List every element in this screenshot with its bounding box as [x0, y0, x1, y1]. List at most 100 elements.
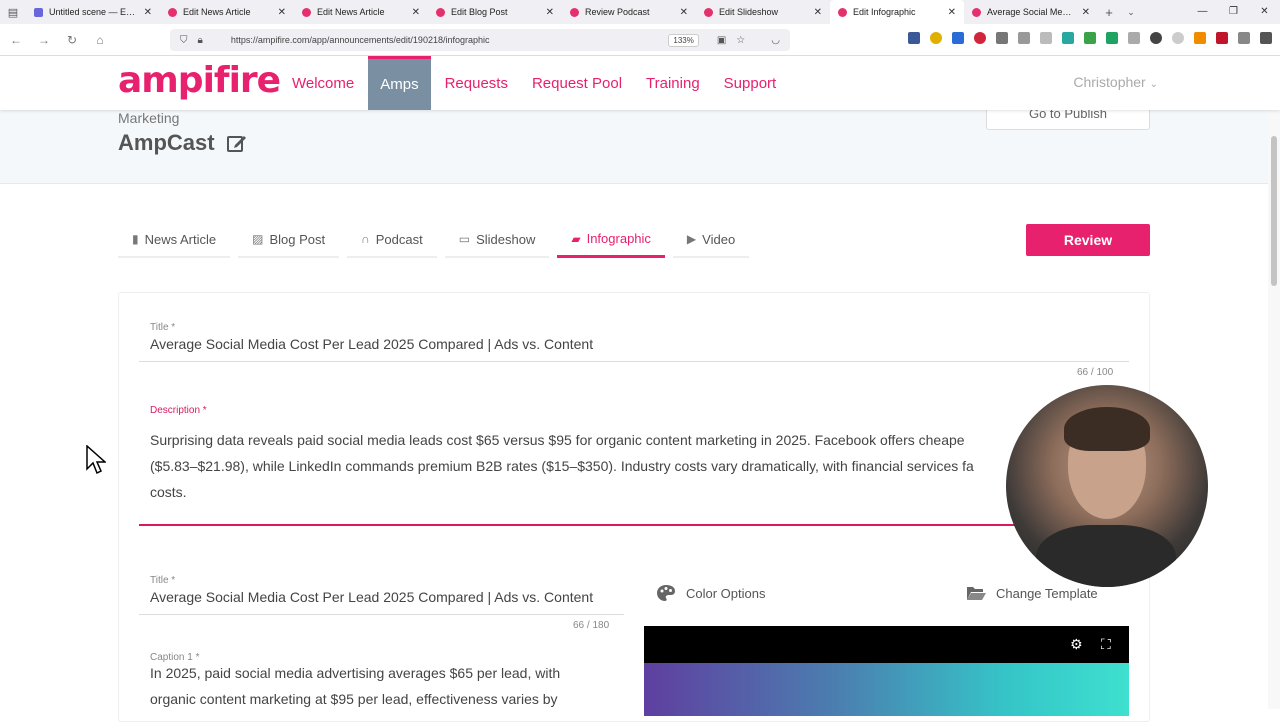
ampifire-favicon-icon — [972, 7, 981, 17]
extension-icon[interactable] — [1040, 32, 1052, 44]
extension-icon[interactable] — [1084, 32, 1096, 44]
user-menu[interactable]: Christopher ⌄ — [1073, 74, 1158, 90]
browser-tab[interactable]: Edit News Article ✕ — [160, 0, 294, 24]
amp-title-row: AmpCast — [118, 130, 247, 156]
title-input[interactable]: Average Social Media Cost Per Lead 2025 … — [150, 331, 1120, 357]
tab-podcast[interactable]: ∩ Podcast — [347, 222, 437, 258]
new-tab-icon[interactable]: + — [1098, 5, 1120, 20]
tab-blog-post[interactable]: ▨ Blog Post — [238, 222, 340, 258]
color-options-button[interactable]: Color Options — [656, 584, 765, 602]
restore-icon[interactable]: ❐ — [1218, 0, 1249, 24]
palette-icon — [657, 585, 675, 601]
color-options-label: Color Options — [686, 585, 766, 601]
tab-news-article[interactable]: ▮ News Article — [118, 222, 231, 258]
nav-training[interactable]: Training — [634, 56, 712, 110]
browser-tab[interactable]: Edit Blog Post ✕ — [428, 0, 562, 24]
tab-infographic[interactable]: ▰ Infographic — [557, 222, 665, 258]
extension-icon[interactable] — [996, 32, 1008, 44]
ampifire-favicon-icon — [436, 7, 445, 17]
extension-icon[interactable] — [1216, 32, 1228, 44]
review-button[interactable]: Review — [1026, 224, 1150, 256]
main-nav: Welcome Amps Requests Request Pool Train… — [280, 56, 788, 110]
extension-icon[interactable] — [1150, 32, 1162, 44]
shield-icon[interactable]: ⛉ — [180, 35, 188, 46]
extension-icon[interactable] — [930, 32, 942, 44]
extension-icon[interactable] — [1194, 32, 1206, 44]
tab-label: Infographic — [586, 231, 651, 246]
tab-list-icon[interactable]: ▤ — [0, 0, 26, 24]
browser-tab[interactable]: Edit Slideshow ✕ — [696, 0, 830, 24]
extensions-puzzle-icon[interactable] — [1238, 32, 1250, 44]
extension-icon[interactable] — [1018, 32, 1030, 44]
nav-support[interactable]: Support — [712, 56, 789, 110]
nav-welcome[interactable]: Welcome — [280, 56, 366, 110]
forward-icon[interactable]: → — [32, 33, 56, 47]
ampifire-favicon-icon — [838, 7, 847, 17]
scrollbar-thumb[interactable] — [1271, 136, 1277, 286]
zoom-level[interactable]: 133% — [668, 33, 699, 47]
extension-icon[interactable] — [974, 32, 986, 44]
tab-video[interactable]: ▶ Video — [672, 222, 750, 258]
go-to-publish-button[interactable]: Go to Publish — [986, 107, 1150, 130]
document-icon: ▮ — [132, 232, 139, 246]
infographic-preview[interactable]: ⚙ ⛶ — [644, 626, 1129, 716]
pocket-icon[interactable]: ◡ — [771, 35, 780, 46]
close-tab-icon[interactable]: ✕ — [278, 7, 286, 18]
gear-icon[interactable]: ⚙ — [1070, 636, 1083, 653]
close-tab-icon[interactable]: ✕ — [680, 7, 688, 18]
url-text[interactable]: https://ampifire.com/app/announcements/e… — [231, 35, 659, 45]
browser-tab[interactable]: Untitled scene — Excalidraw ✕ — [26, 0, 160, 24]
url-bar[interactable]: ⛉ 🔒︎ https://ampifire.com/app/announceme… — [170, 29, 790, 51]
extension-icon[interactable] — [952, 32, 964, 44]
folder-open-icon — [967, 587, 986, 600]
close-tab-icon[interactable]: ✕ — [144, 7, 152, 18]
extension-icon[interactable] — [1106, 32, 1118, 44]
close-tab-icon[interactable]: ✕ — [1082, 7, 1090, 18]
browser-tab[interactable]: Edit News Article ✕ — [294, 0, 428, 24]
ampifire-favicon-icon — [704, 7, 713, 17]
back-icon[interactable]: ← — [4, 33, 28, 47]
nav-amps[interactable]: Amps — [368, 56, 431, 110]
lock-icon[interactable]: 🔒︎ — [198, 35, 203, 46]
caption-line: organic content marketing at $95 per lea… — [150, 691, 558, 707]
tab-slideshow[interactable]: ▭ Slideshow — [444, 222, 550, 258]
close-tab-icon[interactable]: ✕ — [814, 7, 822, 18]
fullscreen-icon[interactable]: ⛶ — [1101, 636, 1111, 653]
home-icon[interactable]: ⌂ — [88, 33, 112, 47]
close-tab-icon[interactable]: ✕ — [546, 7, 554, 18]
extension-icon[interactable] — [1128, 32, 1140, 44]
close-tab-icon[interactable]: ✕ — [412, 7, 420, 18]
tab-title: Untitled scene — Excalidraw — [49, 7, 138, 17]
infographic-title-input[interactable]: Average Social Media Cost Per Lead 2025 … — [150, 584, 620, 610]
reader-view-icon[interactable]: ▣ — [717, 35, 726, 46]
change-template-label: Change Template — [996, 585, 1098, 601]
amp-subheader: Marketing AmpCast Go to Publish — [0, 107, 1268, 184]
extension-icon[interactable] — [1062, 32, 1074, 44]
tab-label: Blog Post — [269, 231, 326, 247]
browser-tab[interactable]: Review Podcast ✕ — [562, 0, 696, 24]
browser-tab-active[interactable]: Edit Infographic ✕ — [830, 0, 964, 24]
bookmark-star-icon[interactable]: ☆ — [736, 35, 745, 46]
close-tab-icon[interactable]: ✕ — [948, 7, 956, 18]
tab-label: Video — [702, 231, 736, 247]
infographic-gradient-banner — [644, 663, 1129, 716]
tab-title: Review Podcast — [585, 7, 650, 17]
page-scrollbar[interactable] — [1268, 56, 1280, 709]
facebook-extension-icon[interactable] — [908, 32, 920, 44]
close-window-icon[interactable]: ✕ — [1249, 0, 1280, 24]
browser-tab[interactable]: Average Social Media Cost ✕ — [964, 0, 1098, 24]
window-controls: — ❐ ✕ — [1187, 0, 1280, 24]
nav-request-pool[interactable]: Request Pool — [520, 56, 634, 110]
edit-icon[interactable] — [226, 133, 247, 153]
tab-overflow-chevron-icon[interactable]: ⌄ — [1120, 7, 1142, 18]
nav-requests[interactable]: Requests — [433, 56, 520, 110]
minimize-icon[interactable]: — — [1187, 0, 1218, 24]
tab-title: Edit News Article — [183, 7, 251, 17]
browser-nav-bar: ← → ↻ ⌂ ⛉ 🔒︎ https://ampifire.com/app/an… — [0, 24, 1280, 56]
chevron-down-icon: ⌄ — [1149, 79, 1158, 90]
ampifire-logo[interactable]: ampifire — [118, 60, 281, 101]
reload-icon[interactable]: ↻ — [60, 33, 84, 47]
tab-label: Slideshow — [476, 231, 536, 247]
hamburger-menu-icon[interactable] — [1260, 32, 1272, 44]
extension-icon[interactable] — [1172, 32, 1184, 44]
